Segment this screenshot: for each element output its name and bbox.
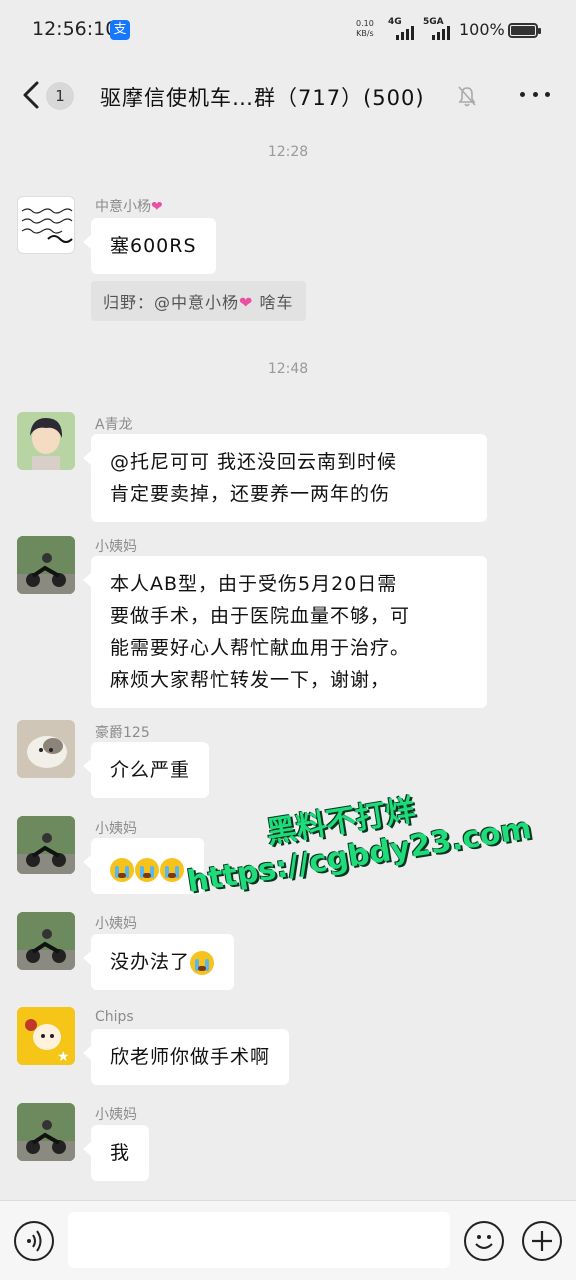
message-bubble[interactable]: @托尼可可 我还没回云南到时候 肯定要卖掉，还要养一两年的伤 (83, 434, 487, 522)
net-speed-value: 0.10 (356, 19, 374, 28)
sender-name: 中意小杨❤ (95, 199, 163, 215)
message-bubble[interactable]: 介么严重 (82, 742, 210, 798)
message-bubble[interactable]: 欣老师你做手术啊 (82, 1029, 290, 1085)
avatar[interactable] (17, 1103, 75, 1161)
avatar[interactable] (17, 720, 75, 778)
status-time: 12:56:10 (32, 18, 118, 40)
page-title: 驱摩信使机车…群（717）(500) (100, 86, 425, 110)
signal-4g-icon (396, 26, 414, 40)
avatar[interactable] (17, 816, 75, 874)
sender-name: A青龙 (95, 417, 133, 433)
net-speed-unit: KB/s (356, 29, 374, 38)
avatar[interactable] (17, 196, 75, 254)
timestamp: 12:48 (267, 361, 309, 377)
avatar-motorcycle (17, 912, 75, 970)
timestamp: 12:28 (267, 144, 309, 160)
chat-header: 1 驱摩信使机车…群（717）(500) (0, 62, 576, 130)
heart-icon: ❤ (239, 293, 254, 312)
avatar-anime-boy (17, 412, 75, 470)
message-input[interactable] (68, 1212, 450, 1268)
input-bar (0, 1200, 576, 1280)
plus-icon[interactable] (522, 1221, 562, 1261)
sender-name: 小姨妈 (95, 1107, 137, 1123)
alipay-icon: 支 (110, 20, 130, 40)
avatar[interactable] (17, 536, 75, 594)
message-line: 肯定要卖掉，还要养一两年的伤 (110, 483, 391, 505)
avatar-cartoon: ★ (17, 1007, 75, 1065)
battery-percent: 100% (459, 20, 505, 39)
svg-text:★: ★ (57, 1049, 70, 1065)
avatar[interactable]: ★ (17, 1007, 75, 1065)
sender-name: 豪爵125 (95, 725, 150, 741)
battery-icon (508, 23, 541, 38)
message-line: @托尼可可 我还没回云南到时候 (110, 451, 398, 473)
battery-fill (511, 26, 535, 35)
avatar-calligraphy (21, 208, 73, 243)
heart-icon: ❤ (151, 199, 163, 215)
avatar[interactable] (17, 412, 75, 470)
avatar-motorcycle (17, 816, 75, 874)
net-speed: 0.10 KB/s (356, 19, 374, 39)
message-bubble[interactable]: 本人AB型，由于受伤5月20日需 要做手术，由于医院血量不够，可 能需要好心人帮… (83, 556, 487, 708)
sender-name: 小姨妈 (95, 916, 137, 932)
unread-badge[interactable]: 1 (46, 82, 74, 110)
message-bubble[interactable]: 塞600RS (83, 218, 216, 274)
message-line: 要做手术，由于医院血量不够，可 (110, 605, 411, 627)
avatar[interactable] (17, 912, 75, 970)
message-line: 本人AB型，由于受伤5月20日需 (110, 573, 398, 595)
watermark: 黑料不打烊 https://cgbdy23.com (178, 769, 534, 900)
chevron-left-icon[interactable] (20, 80, 44, 110)
crying-face-icon (135, 857, 159, 882)
sender-name: 小姨妈 (95, 821, 137, 837)
crying-face-icon (160, 857, 184, 882)
signal-5g-icon (432, 26, 450, 40)
avatar-motorcycle (17, 1103, 75, 1161)
status-bar: 12:56:10 支 0.10 KB/s 4G 5GA 100% (0, 0, 576, 62)
avatar-motorcycle (17, 536, 75, 594)
sender-name: 小姨妈 (95, 539, 137, 555)
voice-icon[interactable] (14, 1221, 54, 1261)
message-line: 能需要好心人帮忙献血用于治疗。 (110, 637, 411, 659)
emoji-icon[interactable] (464, 1221, 504, 1261)
quoted-reply[interactable]: 归野：@中意小杨❤ 啥车 (91, 281, 306, 321)
sender-name: Chips (95, 1009, 134, 1025)
bell-off-icon (458, 86, 476, 107)
crying-face-icon (190, 950, 215, 975)
message-bubble[interactable]: 没办法了 (82, 934, 235, 990)
avatar-cat (17, 720, 75, 778)
message-line: 麻烦大家帮忙转发一下，谢谢， (110, 669, 391, 691)
message-bubble[interactable]: 我 (82, 1125, 150, 1181)
crying-face-icon (110, 857, 134, 882)
more-dots-icon[interactable] (520, 92, 550, 100)
